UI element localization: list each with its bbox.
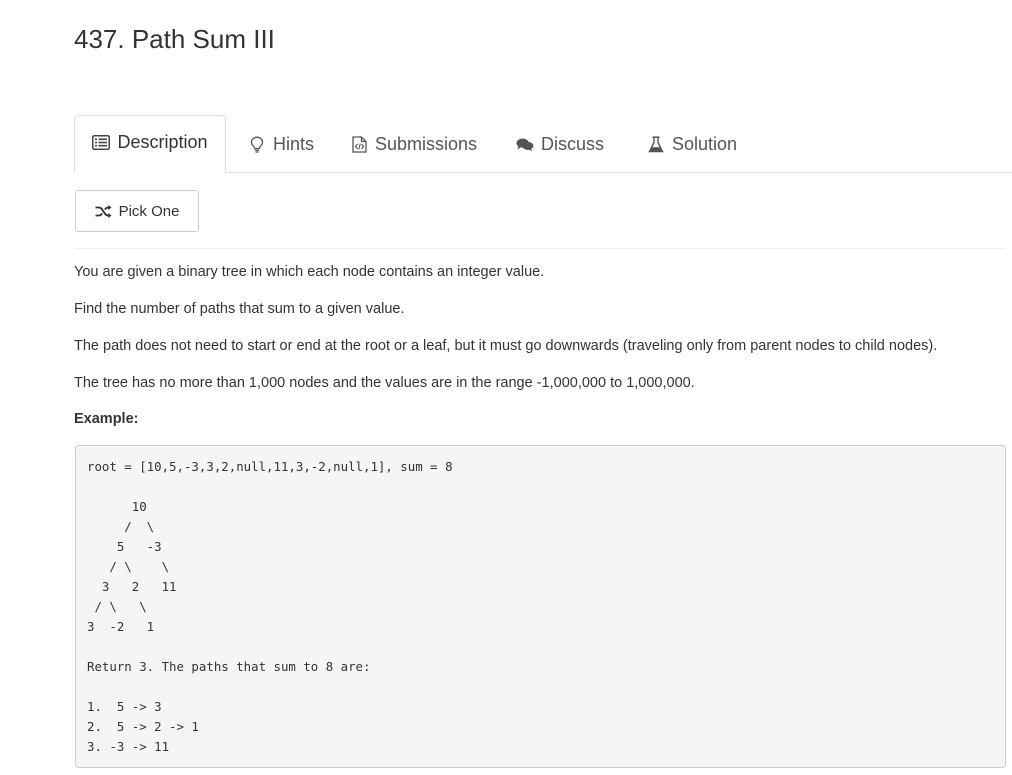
- example-heading: Example:: [74, 411, 139, 427]
- tab-bar: Description Hints Submissions Discuss So…: [74, 115, 1012, 173]
- code-line: 3 2 11: [87, 579, 177, 594]
- comments-icon: [516, 135, 534, 153]
- lightbulb-icon: [248, 135, 266, 153]
- tab-discuss[interactable]: Discuss: [516, 115, 604, 173]
- tab-submissions-label: Submissions: [375, 133, 478, 154]
- file-code-icon: [350, 135, 368, 153]
- code-line: Return 3. The paths that sum to 8 are:: [87, 659, 371, 674]
- page-title: 437. Path Sum III: [74, 24, 275, 54]
- description-paragraph: The tree has no more than 1,000 nodes an…: [74, 375, 695, 391]
- tab-description-label: Description: [117, 131, 208, 152]
- section-divider: [74, 248, 1006, 249]
- tab-hints-label: Hints: [273, 133, 315, 154]
- flask-icon: [647, 135, 665, 153]
- code-line: 2. 5 -> 2 -> 1: [87, 719, 199, 734]
- code-line: 1. 5 -> 3: [87, 699, 162, 714]
- tab-description[interactable]: Description: [74, 115, 226, 173]
- tab-solution[interactable]: Solution: [647, 115, 737, 173]
- description-paragraph: Find the number of paths that sum to a g…: [74, 301, 405, 317]
- code-line: 10: [87, 499, 147, 514]
- tab-discuss-label: Discuss: [541, 133, 605, 154]
- code-line: / \: [87, 519, 155, 534]
- example-code-block: root = [10,5,-3,3,2,null,11,3,-2,null,1]…: [75, 445, 1006, 768]
- pick-one-button[interactable]: Pick One: [75, 190, 199, 232]
- list-icon: [92, 133, 111, 151]
- tab-solution-label: Solution: [672, 133, 738, 154]
- description-paragraph: The path does not need to start or end a…: [74, 338, 938, 354]
- code-line: / \ \: [87, 559, 170, 574]
- tab-submissions[interactable]: Submissions: [350, 115, 477, 173]
- code-line: 5 -3: [87, 539, 162, 554]
- code-line: 3. -3 -> 11: [87, 739, 170, 754]
- code-line: / \ \: [87, 599, 147, 614]
- code-line: root = [10,5,-3,3,2,null,11,3,-2,null,1]…: [87, 459, 453, 474]
- pick-one-label: Pick One: [118, 202, 180, 220]
- description-paragraph: You are given a binary tree in which eac…: [74, 264, 545, 280]
- shuffle-icon: [95, 204, 112, 218]
- tab-hints[interactable]: Hints: [248, 115, 314, 173]
- code-line: 3 -2 1: [87, 619, 155, 634]
